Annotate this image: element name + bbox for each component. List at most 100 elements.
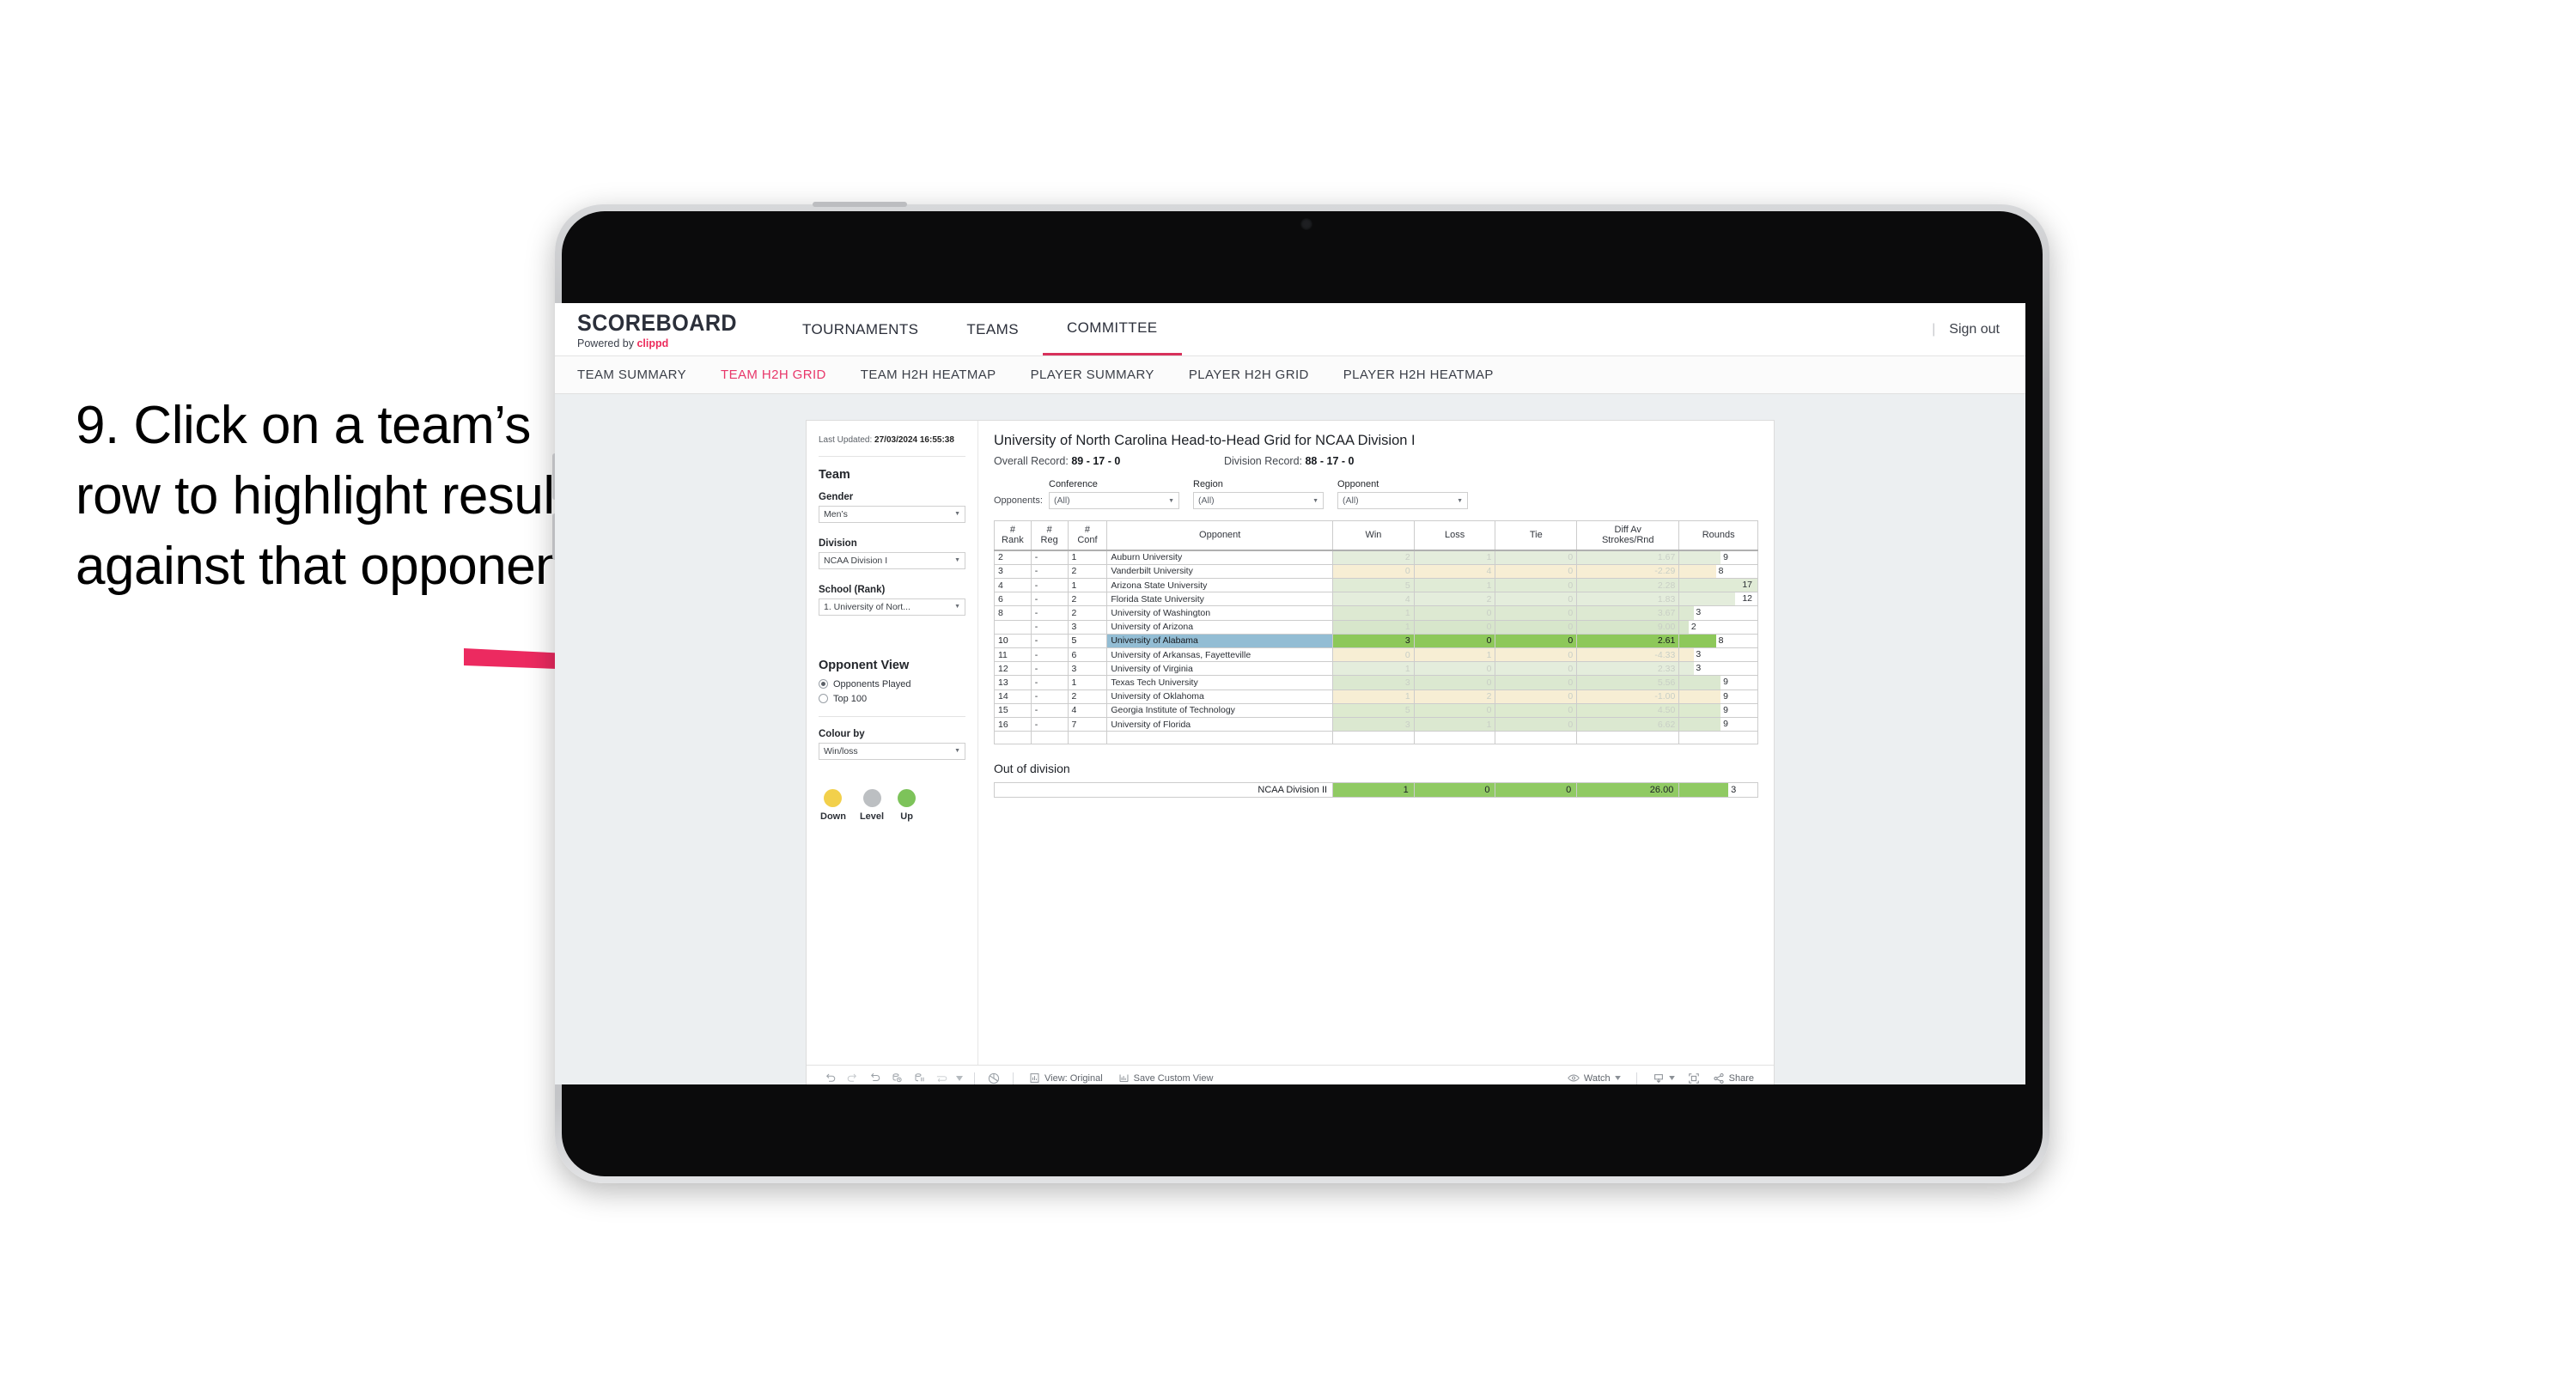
cell-rounds: 9 bbox=[1678, 716, 1758, 732]
h2h-grid-table[interactable]: # Rank # Reg # Conf Opponent Win Loss Tie D… bbox=[994, 520, 1758, 745]
colour-by-select[interactable]: Win/loss ▼ bbox=[819, 742, 965, 760]
cell-diff: 1.67 bbox=[1576, 550, 1680, 565]
brand-logo[interactable]: SCOREBOARD Powered by clippd bbox=[555, 310, 778, 349]
col-conf[interactable]: # Conf bbox=[1067, 520, 1108, 551]
undo-icon[interactable] bbox=[819, 1069, 841, 1085]
download-button[interactable] bbox=[1645, 1072, 1683, 1084]
col-loss[interactable]: Loss bbox=[1413, 520, 1496, 551]
division-label: Division bbox=[819, 538, 857, 549]
table-row[interactable]: 10-5 University of Alabama 3 0 0 2.61 8 bbox=[994, 633, 1758, 648]
watch-button[interactable]: Watch bbox=[1560, 1073, 1629, 1084]
col-tie[interactable]: Tie bbox=[1495, 520, 1578, 551]
last-updated-value: 27/03/2024 16:55:38 bbox=[874, 435, 954, 445]
power-button[interactable] bbox=[813, 202, 907, 207]
subnav-player-summary[interactable]: PLAYER SUMMARY bbox=[1031, 368, 1154, 382]
cell-reg: - bbox=[1030, 633, 1069, 648]
cell-reg: - bbox=[1030, 619, 1069, 635]
save-custom-view-button[interactable]: Save Custom View bbox=[1111, 1072, 1221, 1084]
table-row[interactable]: 2-1 Auburn University 2 1 0 1.67 9 bbox=[994, 550, 1758, 565]
brand-tagline: Powered by clippd bbox=[577, 337, 749, 349]
gender-select[interactable]: Men’s ▼ bbox=[819, 505, 965, 523]
opponent-filter-value: (All) bbox=[1343, 495, 1359, 506]
out-of-division-table[interactable]: NCAA Division II 1 0 0 26.00 3 bbox=[993, 782, 1758, 799]
out-of-division-row[interactable]: NCAA Division II 1 0 0 26.00 3 bbox=[993, 782, 1758, 799]
division-record: Division Record: 88 - 17 - 0 bbox=[1224, 455, 1354, 467]
out-of-division-win: 1 bbox=[1332, 782, 1415, 799]
cell-loss: 0 bbox=[1413, 661, 1496, 677]
dropdown-caret-icon[interactable] bbox=[953, 1069, 966, 1085]
col-diff-line2: Strokes/Rnd bbox=[1601, 535, 1654, 546]
cell-rounds: 9 bbox=[1678, 702, 1758, 718]
radio-opponents-played[interactable]: Opponents Played bbox=[819, 679, 965, 689]
radio-opponents-played-label: Opponents Played bbox=[833, 678, 911, 689]
redo-icon[interactable] bbox=[841, 1069, 863, 1085]
table-row[interactable]: 15-4 Georgia Institute of Technology 5 0 0 4.… bbox=[994, 702, 1758, 718]
nav-tournaments[interactable]: TOURNAMENTS bbox=[778, 303, 942, 355]
table-row[interactable]: 16-7 University of Florida 3 1 0 6.62 9 bbox=[994, 716, 1758, 732]
subnav-team-h2h-heatmap[interactable]: TEAM H2H HEATMAP bbox=[861, 368, 996, 382]
col-win[interactable]: Win bbox=[1332, 520, 1415, 551]
table-row[interactable]: 11-6 University of Arkansas, Fayetteville… bbox=[994, 647, 1758, 663]
col-diff-av-strokes[interactable]: Diff Av Strokes/Rnd bbox=[1576, 520, 1680, 551]
table-row[interactable]: 6-2 Florida State University 4 2 0 1.83 12 bbox=[994, 592, 1758, 607]
cell-loss: 1 bbox=[1413, 716, 1496, 732]
rounds-value: 9 bbox=[1723, 677, 1728, 688]
subnav-team-summary[interactable]: TEAM SUMMARY bbox=[577, 368, 686, 382]
col-reg[interactable]: # Reg bbox=[1030, 520, 1069, 551]
cell-opponent: Vanderbilt University bbox=[1106, 563, 1334, 579]
chevron-down-icon: ▼ bbox=[954, 748, 960, 754]
table-row[interactable]: 12-3 University of Virginia 1 0 0 2.33 3 bbox=[994, 661, 1758, 677]
cell-tie: 0 bbox=[1495, 661, 1578, 677]
table-row[interactable]: 4-1 Arizona State University 5 1 0 2.28 17 bbox=[994, 577, 1758, 593]
loop-icon[interactable] bbox=[930, 1069, 953, 1085]
radio-top-100[interactable]: Top 100 bbox=[819, 694, 965, 704]
table-row[interactable]: 13-1 Texas Tech University 3 0 0 5.56 9 bbox=[994, 675, 1758, 690]
cell-reg: - bbox=[1030, 550, 1069, 565]
team-section-heading: Team bbox=[819, 467, 850, 482]
table-row[interactable]: -3 University of Arizona 1 0 0 9.00 2 bbox=[994, 619, 1758, 635]
cell-win: 1 bbox=[1332, 661, 1415, 677]
filters-sidebar: Last Updated: 27/03/2024 16:55:38 Team G… bbox=[807, 421, 978, 1065]
subnav-player-h2h-heatmap[interactable]: PLAYER H2H HEATMAP bbox=[1343, 368, 1494, 382]
division-select[interactable]: NCAA Division I ▼ bbox=[819, 551, 965, 569]
colour-by-value: Win/loss bbox=[824, 745, 858, 756]
cell-rounds: 2 bbox=[1678, 619, 1758, 635]
table-row[interactable]: 14-2 University of Oklahoma 1 2 0 -1.00 9 bbox=[994, 689, 1758, 704]
col-rounds[interactable]: Rounds bbox=[1678, 520, 1758, 551]
col-rank-line1: # bbox=[1009, 525, 1015, 536]
share-button[interactable]: Share bbox=[1705, 1072, 1762, 1084]
subnav-team-h2h-grid[interactable]: TEAM H2H GRID bbox=[721, 368, 826, 382]
revert-icon[interactable] bbox=[863, 1069, 886, 1085]
table-row[interactable]: 3-2 Vanderbilt University 0 4 0 -2.29 8 bbox=[994, 563, 1758, 579]
cell-tie: 0 bbox=[1495, 647, 1578, 663]
rounds-value: 9 bbox=[1723, 718, 1728, 729]
subnav-player-h2h-grid[interactable]: PLAYER H2H GRID bbox=[1189, 368, 1309, 382]
col-opponent[interactable]: Opponent bbox=[1106, 520, 1334, 551]
region-filter-select[interactable]: (All) ▼ bbox=[1193, 492, 1324, 509]
radio-on-icon bbox=[819, 679, 828, 689]
presentation-mode-icon[interactable] bbox=[983, 1069, 1005, 1085]
pause-updates-icon[interactable] bbox=[908, 1069, 930, 1085]
top-navigation: TOURNAMENTS TEAMS COMMITTEE bbox=[778, 303, 1182, 355]
refresh-data-icon[interactable] bbox=[886, 1069, 908, 1085]
cell-reg: - bbox=[1030, 592, 1069, 607]
cell-reg: - bbox=[1030, 563, 1069, 579]
nav-committee[interactable]: COMMITTEE bbox=[1042, 303, 1182, 355]
cell-diff: 9.00 bbox=[1576, 619, 1680, 635]
sign-out-link[interactable]: Sign out bbox=[1949, 322, 2000, 337]
col-rank[interactable]: # Rank bbox=[994, 520, 1032, 551]
nav-teams[interactable]: TEAMS bbox=[942, 303, 1043, 355]
division-record-label: Division Record: bbox=[1224, 455, 1306, 467]
opponent-filter-select[interactable]: (All) ▼ bbox=[1337, 492, 1468, 509]
cell-rank: 13 bbox=[994, 675, 1032, 690]
school-rank-select[interactable]: 1. University of Nort... ▼ bbox=[819, 598, 965, 616]
view-original-button[interactable]: View: Original bbox=[1021, 1072, 1111, 1084]
cell-rank: 2 bbox=[994, 550, 1032, 565]
fullscreen-icon[interactable] bbox=[1683, 1069, 1705, 1085]
cell-opponent: University of Florida bbox=[1106, 716, 1334, 732]
rounds-value: 3 bbox=[1696, 607, 1702, 618]
cell-tie: 0 bbox=[1495, 550, 1578, 565]
conference-filter-select[interactable]: (All) ▼ bbox=[1049, 492, 1179, 509]
cell-rounds: 17 bbox=[1678, 577, 1758, 593]
table-row[interactable]: 8-2 University of Washington 1 0 0 3.67 3 bbox=[994, 605, 1758, 621]
